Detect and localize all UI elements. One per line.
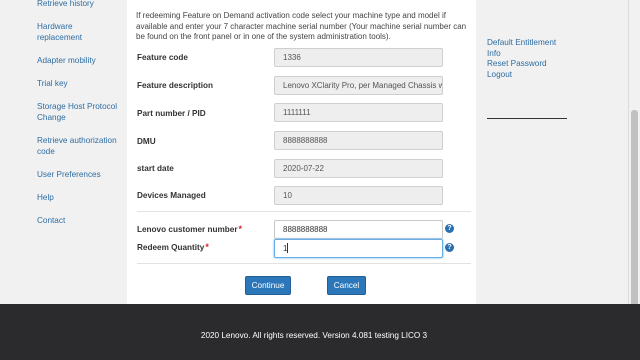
help-icon[interactable]: ?	[445, 243, 454, 252]
continue-button[interactable]: Continue	[245, 276, 291, 295]
feature-description-label: Feature description	[137, 81, 213, 90]
form-intro-text: If redeeming Feature on Demand activatio…	[136, 11, 467, 41]
page-footer: 2020 Lenovo. All rights reserved. Versio…	[0, 304, 640, 360]
start-date-label: start date	[137, 164, 174, 173]
cancel-button[interactable]: Cancel	[327, 276, 366, 295]
scrollbar-thumb[interactable]	[631, 110, 638, 306]
help-icon[interactable]: ?	[445, 224, 454, 233]
nav-item-trial-key[interactable]: Trial key	[37, 79, 68, 90]
required-marker: *	[238, 224, 243, 234]
page-body: Retrieve history Hardware replacement Ad…	[0, 0, 628, 304]
right-sidebar: Default Entitlement Info Reset Password …	[487, 38, 567, 81]
nav-item-hardware-replacement[interactable]: Hardware replacement	[37, 22, 117, 43]
customer-number-label: Lenovo customer number*	[137, 224, 243, 235]
feature-code-label: Feature code	[137, 53, 188, 62]
nav-item-retrieve-history[interactable]: Retrieve history	[37, 0, 94, 10]
nav-item-help[interactable]: Help	[37, 193, 54, 204]
nav-item-contact[interactable]: Contact	[37, 216, 65, 227]
nav-item-retrieve-authorization-code[interactable]: Retrieve authorization code	[37, 136, 123, 157]
right-sidebar-divider	[487, 118, 567, 119]
feature-code-field: 1336	[274, 48, 443, 67]
part-number-field: 1111111	[274, 103, 443, 122]
text-cursor	[287, 243, 288, 253]
form-divider	[137, 211, 471, 212]
part-number-label: Part number / PID	[137, 109, 206, 118]
logout-link[interactable]: Logout	[487, 70, 567, 81]
redeem-quantity-input[interactable]: 1	[274, 239, 443, 258]
nav-item-adapter-mobility[interactable]: Adapter mobility	[37, 56, 96, 67]
footer-copyright-text: 2020 Lenovo. All rights reserved. Versio…	[200, 331, 428, 340]
nav-item-storage-host-protocol-change[interactable]: Storage Host Protocol Change	[37, 102, 123, 123]
devices-managed-field: 10	[274, 186, 443, 205]
redeem-form-panel: If redeeming Feature on Demand activatio…	[127, 0, 476, 304]
redeem-quantity-label: Redeem Quantity*	[137, 242, 209, 253]
required-marker: *	[205, 242, 209, 252]
devices-managed-label: Devices Managed	[137, 191, 206, 200]
dmu-field: 8888888888	[274, 131, 443, 150]
customer-number-input[interactable]: 8888888888	[274, 220, 443, 239]
reset-password-link[interactable]: Reset Password	[487, 59, 567, 70]
dmu-label: DMU	[137, 137, 156, 146]
feature-description-field: Lenovo XClarity Pro, per Managed Chassis…	[274, 76, 443, 95]
default-entitlement-info-link[interactable]: Default Entitlement Info	[487, 38, 567, 59]
start-date-field: 2020-07-22	[274, 159, 443, 178]
form-divider	[137, 263, 471, 264]
nav-item-user-preferences[interactable]: User Preferences	[37, 170, 101, 181]
